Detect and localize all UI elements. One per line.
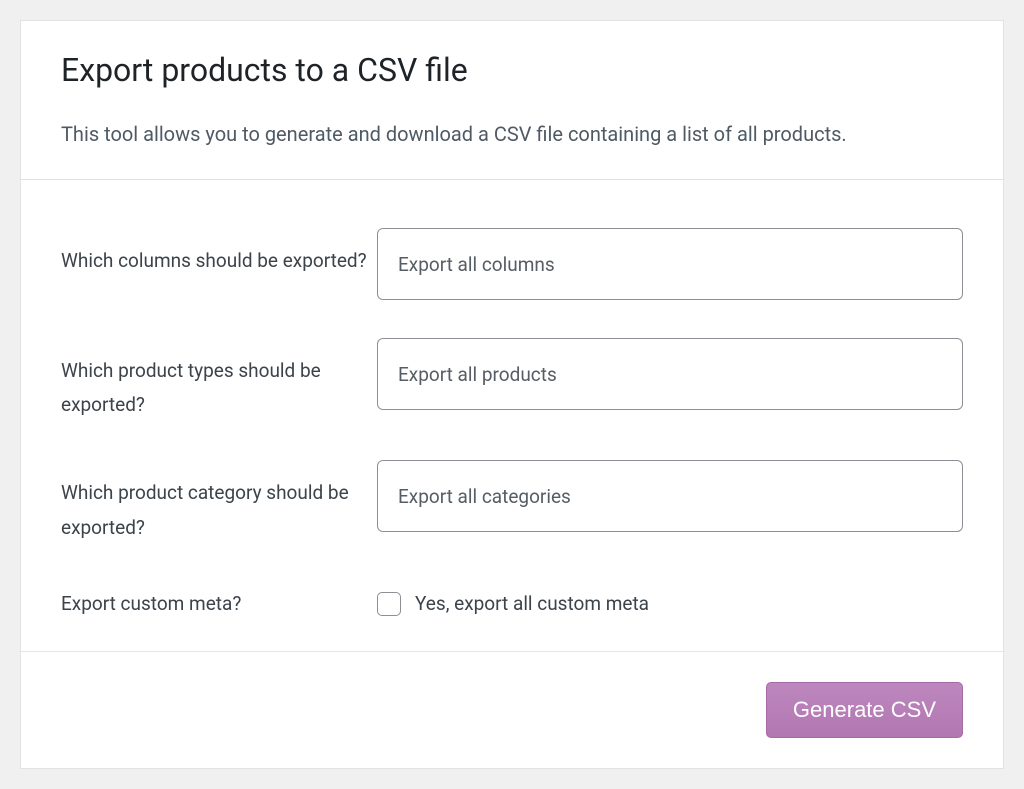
page-title: Export products to a CSV file [61, 51, 963, 89]
row-meta: Export custom meta? Yes, export all cust… [61, 587, 963, 621]
category-placeholder: Export all categories [398, 485, 571, 508]
category-field-col: Export all categories [377, 460, 963, 532]
types-label-col: Which product types should be exported? [61, 338, 377, 422]
meta-checkbox-label: Yes, export all custom meta [415, 592, 649, 615]
category-select[interactable]: Export all categories [377, 460, 963, 532]
types-label: Which product types should be exported? [61, 359, 321, 416]
types-select[interactable]: Export all products [377, 338, 963, 410]
footer-section: Generate CSV [21, 651, 1003, 768]
generate-csv-button[interactable]: Generate CSV [766, 682, 963, 738]
header-section: Export products to a CSV file This tool … [21, 21, 1003, 180]
columns-label: Which columns should be exported? [61, 249, 367, 272]
meta-checkbox[interactable] [377, 592, 401, 616]
page-description: This tool allows you to generate and dow… [61, 119, 963, 149]
meta-field-col: Yes, export all custom meta [377, 592, 963, 616]
export-card: Export products to a CSV file This tool … [20, 20, 1004, 769]
columns-field-col: Export all columns [377, 228, 963, 300]
form-body: Which columns should be exported? Export… [21, 180, 1003, 651]
meta-label-col: Export custom meta? [61, 587, 377, 621]
types-placeholder: Export all products [398, 363, 557, 386]
meta-checkbox-wrap[interactable]: Yes, export all custom meta [377, 592, 963, 616]
columns-placeholder: Export all columns [398, 253, 555, 276]
row-category: Which product category should be exporte… [61, 460, 963, 544]
category-label: Which product category should be exporte… [61, 481, 349, 538]
row-types: Which product types should be exported? … [61, 338, 963, 422]
columns-label-col: Which columns should be exported? [61, 228, 377, 278]
types-field-col: Export all products [377, 338, 963, 410]
meta-label: Export custom meta? [61, 592, 241, 615]
category-label-col: Which product category should be exporte… [61, 460, 377, 544]
row-columns: Which columns should be exported? Export… [61, 228, 963, 300]
columns-select[interactable]: Export all columns [377, 228, 963, 300]
